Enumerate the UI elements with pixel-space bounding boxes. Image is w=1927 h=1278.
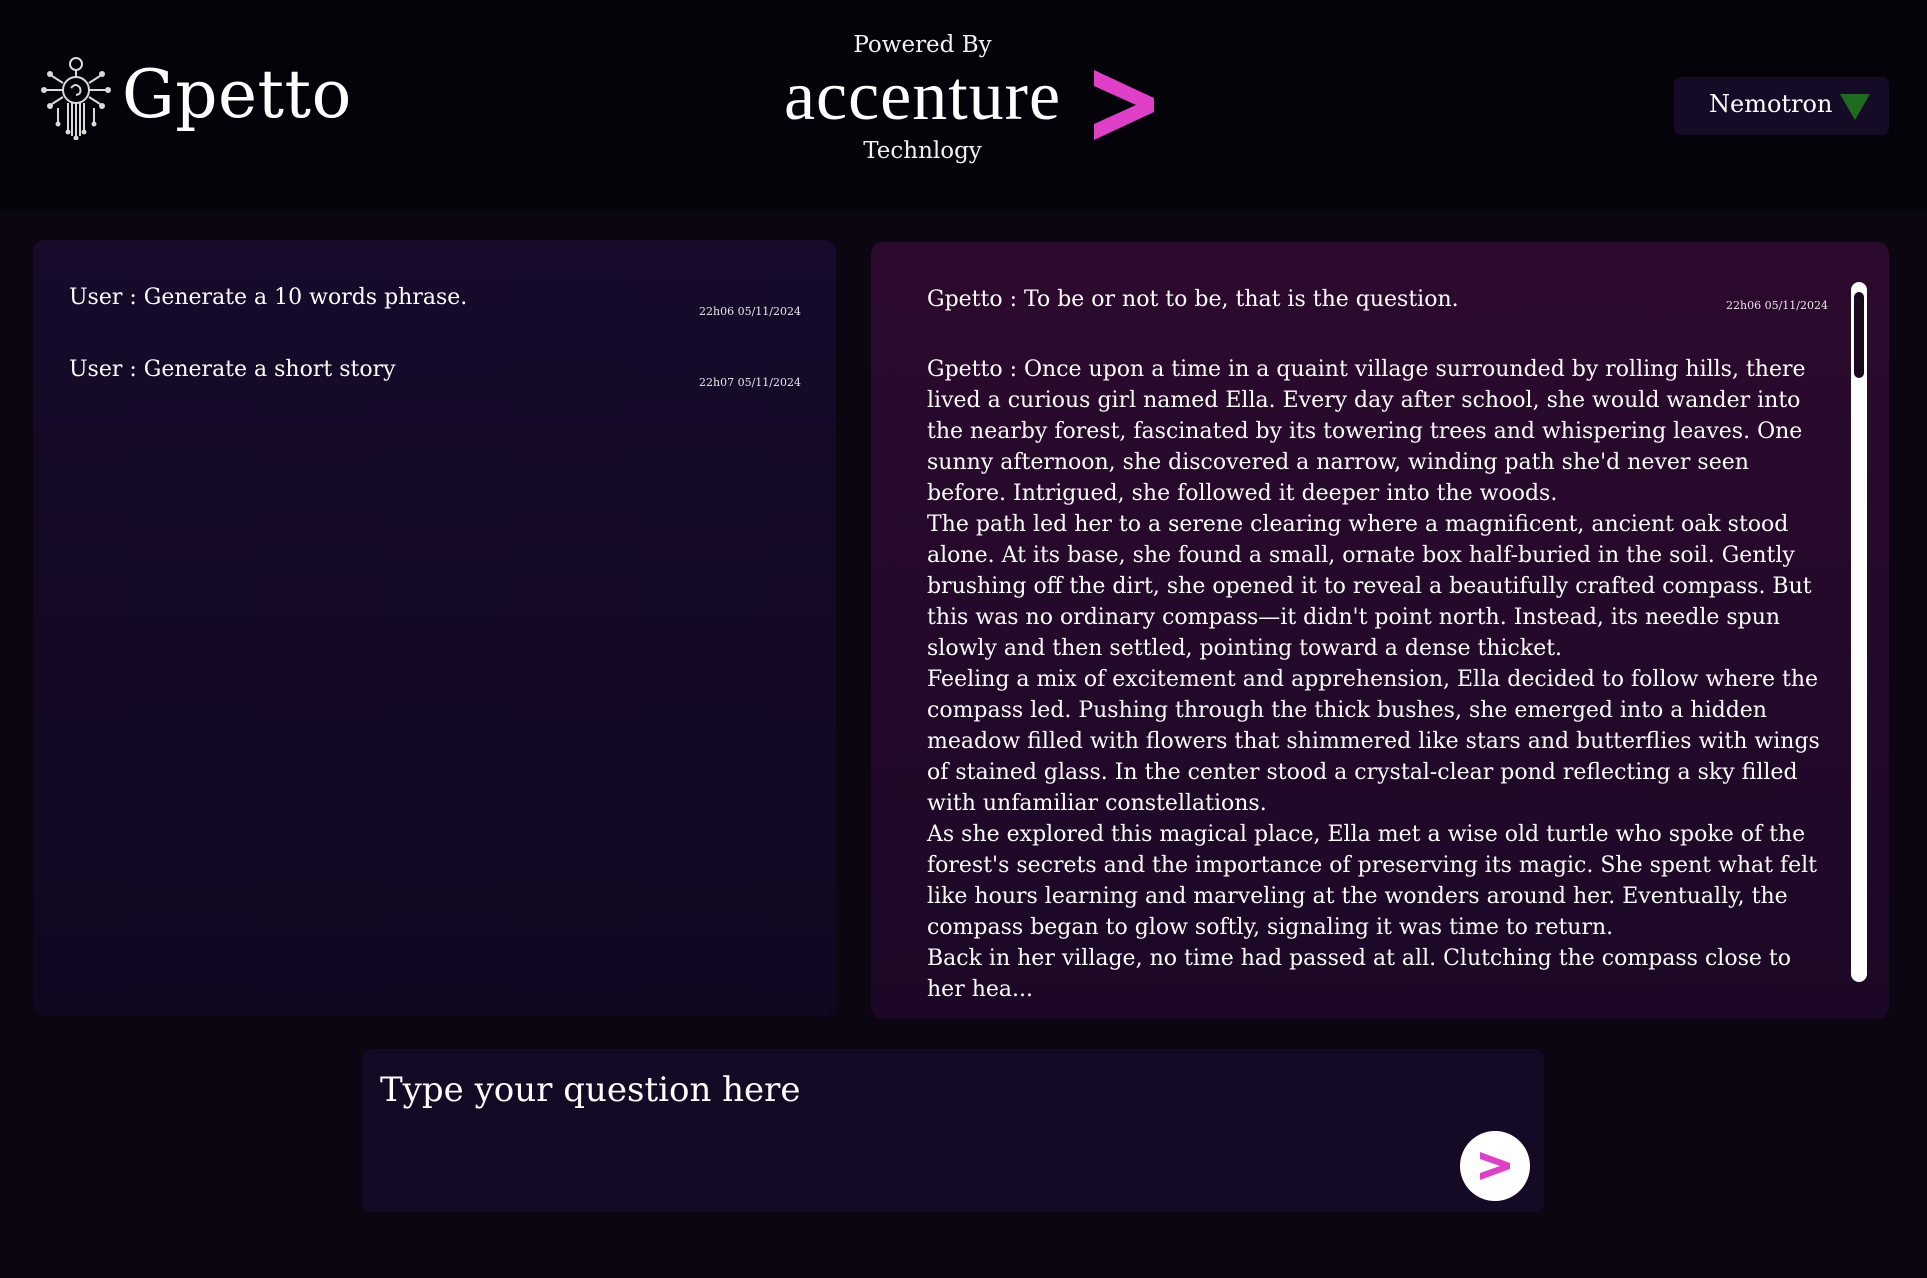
send-chevron-icon [1480,1152,1510,1180]
caret-down-icon [1840,94,1870,120]
message-timestamp: 22h06 05/11/2024 [699,305,801,318]
brand-tagline: Technlogy [863,138,982,164]
accenture-chevron-icon [1094,70,1154,140]
user-history-panel: User : Generate a 10 words phrase. 22h06… [33,240,836,1016]
gpetto-logo-icon [41,57,111,140]
response-panel[interactable]: Gpetto : To be or not to be, that is the… [871,242,1889,1019]
send-button[interactable] [1460,1131,1530,1201]
list-item[interactable]: User : Generate a 10 words phrase. 22h06… [69,282,809,318]
scrollbar-thumb[interactable] [1854,292,1864,378]
user-message-text: User : Generate a 10 words phrase. [69,285,468,310]
response-item: Gpetto : To be or not to be, that is the… [927,284,1828,315]
scrollbar-track[interactable] [1851,282,1867,982]
model-selected-value: Nemotron [1709,90,1833,118]
story-response-text: Gpetto : Once upon a time in a quaint vi… [927,357,1820,1002]
top-bar: Gpetto Powered By accenture Technlogy Ne… [0,0,1927,211]
user-message-text: User : Generate a short story [69,357,396,382]
brand-wordmark: accenture [783,58,1062,135]
response-text: Gpetto : To be or not to be, that is the… [927,287,1459,312]
list-item[interactable]: User : Generate a short story 22h07 05/1… [69,354,809,389]
message-timestamp: 22h07 05/11/2024 [699,376,801,389]
app-title: Gpetto [122,56,352,133]
question-input-box [362,1049,1544,1212]
message-timestamp: 22h06 05/11/2024 [1726,299,1828,312]
model-dropdown[interactable]: Nemotron [1674,77,1889,135]
question-input[interactable] [380,1067,1380,1113]
powered-by-label: Powered By [853,32,992,58]
